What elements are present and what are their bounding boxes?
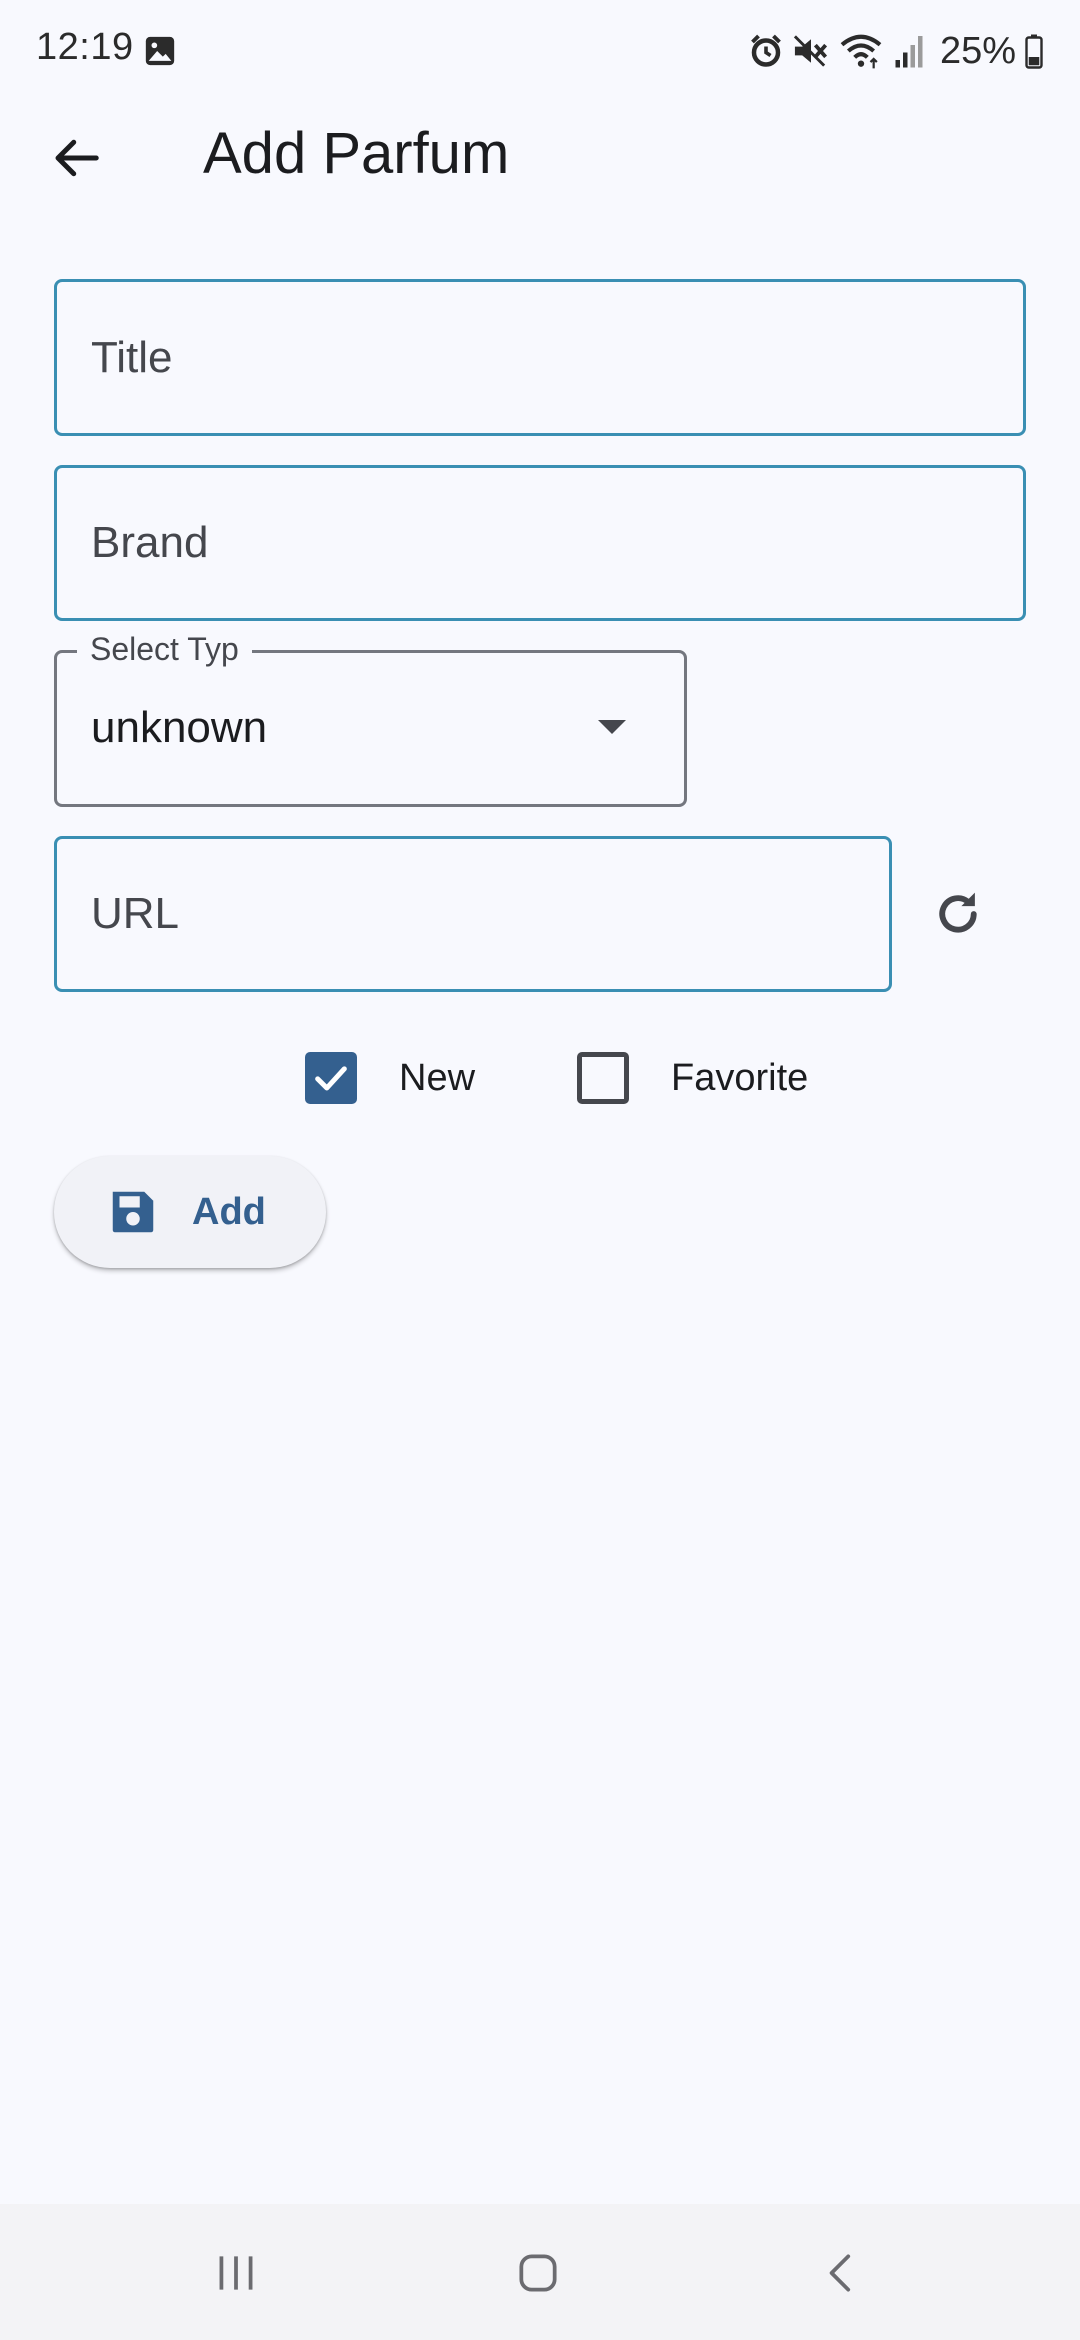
add-button-label: Add	[192, 1190, 266, 1233]
new-checkbox-row: New	[305, 1050, 475, 1106]
checkmark-icon	[315, 1066, 347, 1091]
save-icon	[112, 1191, 154, 1233]
gallery-icon	[145, 36, 175, 66]
system-nav-bar	[0, 2204, 1080, 2340]
mute-icon	[793, 35, 827, 67]
recents-icon	[219, 2256, 253, 2290]
brand-input[interactable]	[57, 468, 1023, 618]
back-icon	[829, 2254, 851, 2292]
home-icon	[519, 2254, 557, 2292]
url-input[interactable]	[57, 839, 889, 989]
arrow-left-icon	[55, 139, 99, 177]
battery-icon	[1025, 34, 1043, 69]
home-button[interactable]	[478, 2228, 598, 2318]
page-title: Add Parfum	[203, 121, 510, 186]
alarm-icon	[751, 34, 781, 67]
favorite-checkbox[interactable]	[577, 1052, 629, 1104]
dropdown-arrow-icon	[598, 720, 626, 734]
refresh-icon	[939, 892, 977, 933]
status-bar: 12:19 25%	[0, 0, 1080, 100]
wifi-icon	[840, 34, 882, 69]
title-input[interactable]	[57, 282, 1023, 433]
type-select[interactable]: Select Typ unknown	[54, 631, 687, 807]
battery-level: 25%	[939, 29, 1016, 72]
favorite-checkbox-row: Favorite	[577, 1050, 808, 1106]
nav-back-button[interactable]	[782, 2228, 902, 2318]
type-select-label: Select Typ	[77, 631, 252, 668]
status-icons: 25%	[748, 26, 1044, 76]
brand-field[interactable]	[54, 465, 1026, 621]
back-button[interactable]	[36, 118, 116, 198]
new-checkbox-label: New	[399, 1056, 476, 1099]
new-checkbox[interactable]	[305, 1052, 357, 1104]
app-bar: Add Parfum	[0, 100, 1080, 210]
refresh-button[interactable]	[918, 874, 998, 954]
add-button[interactable]: Add	[54, 1156, 326, 1268]
status-time: 12:19	[36, 26, 134, 68]
url-field[interactable]	[54, 836, 892, 992]
title-field[interactable]	[54, 279, 1026, 436]
favorite-checkbox-label: Favorite	[671, 1056, 809, 1099]
recents-button[interactable]	[176, 2228, 296, 2318]
signal-icon	[895, 36, 923, 68]
type-select-value: unknown	[91, 703, 268, 752]
